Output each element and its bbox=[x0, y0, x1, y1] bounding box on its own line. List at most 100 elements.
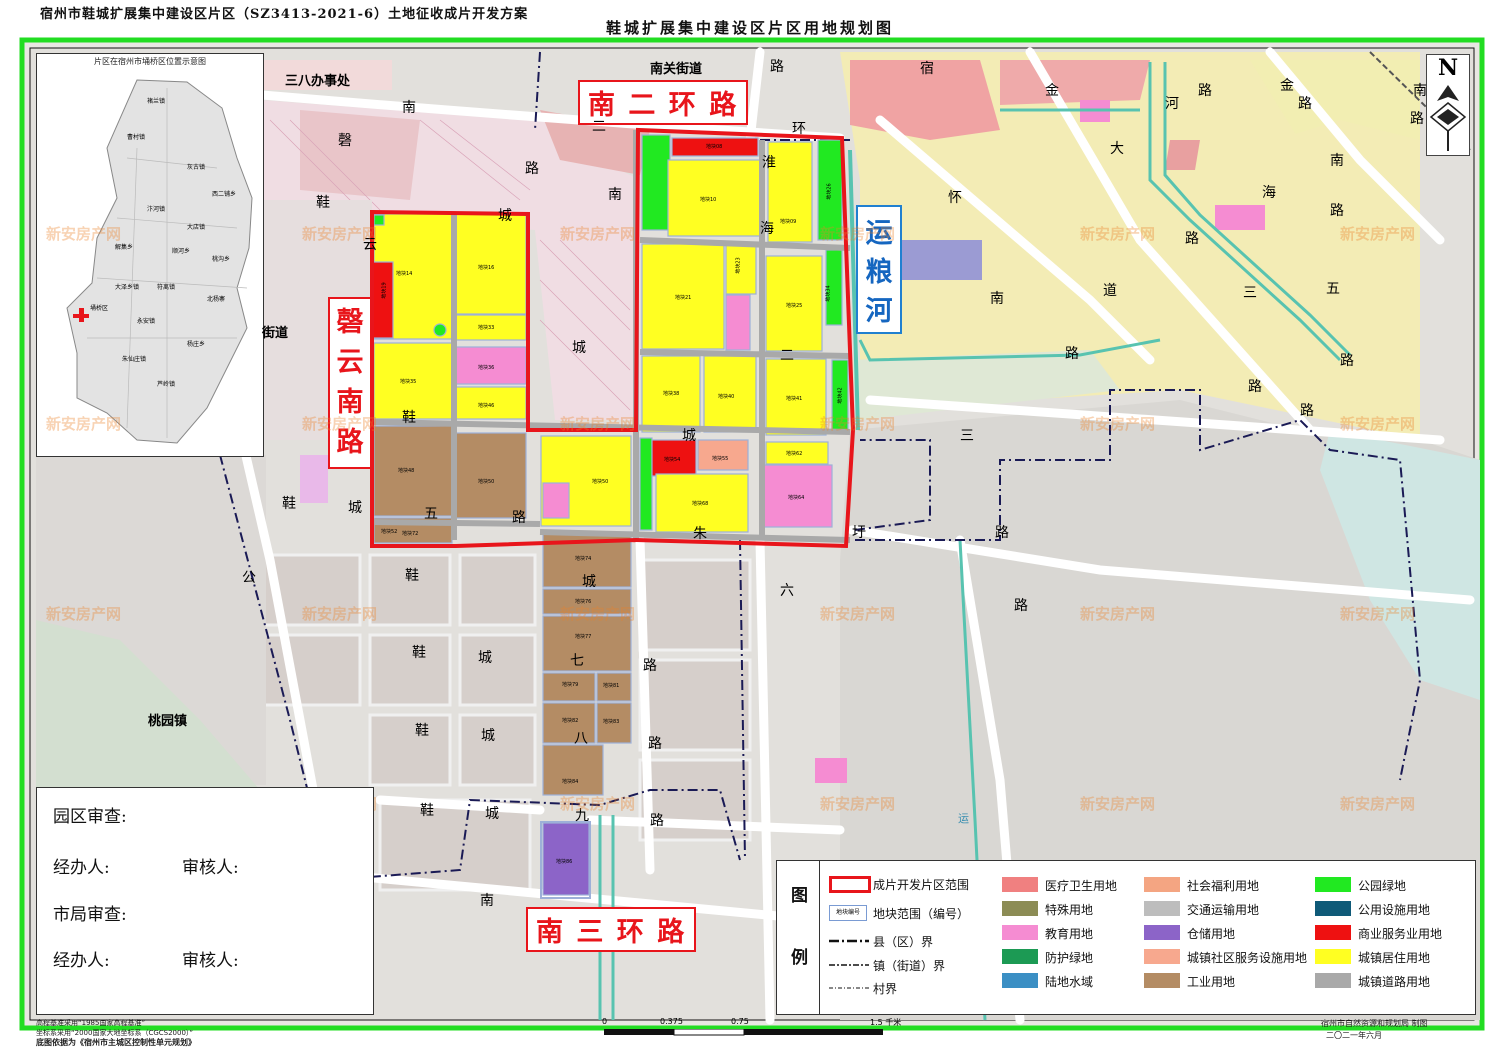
road-char: 三 bbox=[1243, 285, 1257, 301]
inset-place: 朱仙庄镇 bbox=[122, 356, 147, 363]
legend-label: 教育用地 bbox=[1045, 927, 1094, 941]
footnote-org: 宿州市自然资源和规划局 制图 bbox=[1321, 1019, 1428, 1028]
inset-place: 曹村镇 bbox=[127, 134, 146, 141]
parcel-label: 地块25 bbox=[786, 303, 803, 309]
inset-place: 褚兰镇 bbox=[147, 98, 166, 105]
road-char: 城 bbox=[481, 728, 495, 744]
footnote-date: 二〇二一年六月 bbox=[1326, 1031, 1382, 1040]
road-char: 路 bbox=[1300, 403, 1314, 419]
inset-place: 灰古镇 bbox=[187, 164, 206, 171]
road-char: 城 bbox=[478, 650, 492, 666]
review-signoff-box: 园区审查: 经办人: 审核人: 市局审查: 经办人: 审核人: bbox=[36, 787, 374, 1015]
parcel-label: 地块50 bbox=[478, 479, 495, 485]
handler-label: 经办人: bbox=[53, 951, 110, 971]
parcel-label: 地块68 bbox=[692, 501, 709, 507]
legend-label: 城镇社区服务设施用地 bbox=[1187, 951, 1308, 965]
road-char: 五 bbox=[424, 506, 438, 522]
inset-place: 顺河乡 bbox=[172, 248, 191, 255]
road-char: 路 bbox=[995, 525, 1009, 541]
legend-swatch bbox=[1144, 949, 1180, 964]
checker-label: 审核人: bbox=[182, 858, 239, 878]
parcel-label: 地块62 bbox=[786, 451, 803, 457]
legend-label: 商业服务业用地 bbox=[1358, 927, 1443, 941]
watermark: 新安房产网 bbox=[302, 225, 378, 243]
parcel-label: 地块77 bbox=[575, 634, 592, 640]
legend-swatch bbox=[1002, 973, 1038, 988]
road-char: 城 bbox=[572, 340, 586, 356]
parcel-label: 地块34 bbox=[825, 285, 832, 302]
road-char: 城 bbox=[498, 208, 512, 224]
inset-place: 大泽乡镇 bbox=[115, 284, 140, 291]
legend-swatch-village-line bbox=[829, 987, 869, 989]
road-char: 怀 bbox=[948, 190, 962, 206]
road-char: 南 bbox=[1330, 153, 1344, 169]
parcel-label: 地块14 bbox=[396, 271, 413, 277]
parcel-label: 地块42 bbox=[837, 387, 844, 404]
watermark: 新安房产网 bbox=[1080, 795, 1156, 813]
road-char: 路 bbox=[1014, 598, 1028, 614]
watermark: 新安房产网 bbox=[820, 795, 896, 813]
inset-title: 片区在宿州市埇桥区位置示意图 bbox=[94, 57, 206, 66]
road-char: 路 bbox=[1248, 379, 1262, 395]
area-label-jiedao: 街道 bbox=[262, 326, 289, 341]
legend-swatch bbox=[1315, 973, 1351, 988]
parcel-label: 地块09 bbox=[780, 219, 797, 225]
road-char: 宿 bbox=[920, 61, 934, 77]
road-char: 南 bbox=[1413, 83, 1427, 99]
road-char: 城 bbox=[682, 428, 696, 444]
watermark: 新安房产网 bbox=[820, 225, 896, 243]
legend-swatch bbox=[1315, 925, 1351, 940]
area-label-taoyuan-town: 桃园镇 bbox=[148, 714, 188, 729]
parcel-label: 地块54 bbox=[664, 457, 681, 463]
road-char: 路 bbox=[648, 736, 662, 752]
legend-label: 工业用地 bbox=[1187, 975, 1236, 989]
watermark: 新安房产网 bbox=[302, 415, 378, 433]
inset-place: 汴河镇 bbox=[147, 206, 166, 213]
legend-label: 公园绿地 bbox=[1358, 879, 1407, 893]
scale-tick: 0 bbox=[602, 1017, 608, 1026]
road-char: 南 bbox=[608, 187, 622, 203]
legend-label: 城镇居住用地 bbox=[1358, 951, 1431, 965]
road-char: 路 bbox=[1298, 96, 1312, 112]
road-char: 圩 bbox=[852, 525, 866, 541]
inset-place: 埇桥区 bbox=[90, 305, 109, 312]
road-char: 南 bbox=[480, 893, 494, 909]
parcel-label: 地块16 bbox=[478, 265, 495, 271]
parcel-label: 地块81 bbox=[603, 683, 620, 689]
parcel-label: 地块46 bbox=[478, 403, 495, 409]
road-char: 金 bbox=[1045, 83, 1059, 99]
parcel-label: 地块50 bbox=[592, 479, 609, 485]
watermark: 新安房产网 bbox=[560, 795, 636, 813]
legend-swatch-county-line bbox=[829, 939, 869, 943]
park-review-label: 园区审查: bbox=[53, 807, 127, 827]
legend-swatch bbox=[1144, 925, 1180, 940]
road-char: 城 bbox=[582, 574, 596, 590]
checker-label: 审核人: bbox=[182, 951, 239, 971]
legend-swatch bbox=[1002, 925, 1038, 940]
road-char: 鞋 bbox=[402, 410, 416, 426]
road-char: 公 bbox=[242, 570, 256, 586]
legend-label: 特殊用地 bbox=[1045, 903, 1094, 917]
watermark: 新安房产网 bbox=[46, 225, 122, 243]
parcel-label: 地块38 bbox=[663, 391, 680, 397]
road-char: 路 bbox=[1198, 83, 1212, 99]
road-char: 路 bbox=[1340, 353, 1354, 369]
road-char: 路 bbox=[1065, 346, 1079, 362]
road-char: 三 bbox=[960, 428, 974, 444]
inset-place: 西二铺乡 bbox=[212, 191, 237, 198]
watermark: 新安房产网 bbox=[1080, 225, 1156, 243]
scale-tick: 1.5 千米 bbox=[870, 1018, 902, 1027]
scale-tick: 0.375 bbox=[660, 1017, 683, 1026]
road-char: 八 bbox=[574, 731, 588, 747]
road-char: 环 bbox=[792, 121, 806, 137]
road-char: 七 bbox=[570, 653, 584, 669]
road-char: 路 bbox=[770, 59, 784, 75]
scale-bar: 0 0.375 0.75 1.5 千米 bbox=[598, 1014, 902, 1054]
road-label-shuyun-south-text: 磬 云 南 路 bbox=[336, 307, 364, 458]
parcel-label: 地块36 bbox=[478, 365, 495, 371]
legend-divider bbox=[819, 861, 820, 1014]
legend-swatch bbox=[1315, 949, 1351, 964]
legend-swatch bbox=[1144, 901, 1180, 916]
north-arrow-icon bbox=[1429, 85, 1467, 151]
road-char: 大 bbox=[1110, 141, 1124, 157]
